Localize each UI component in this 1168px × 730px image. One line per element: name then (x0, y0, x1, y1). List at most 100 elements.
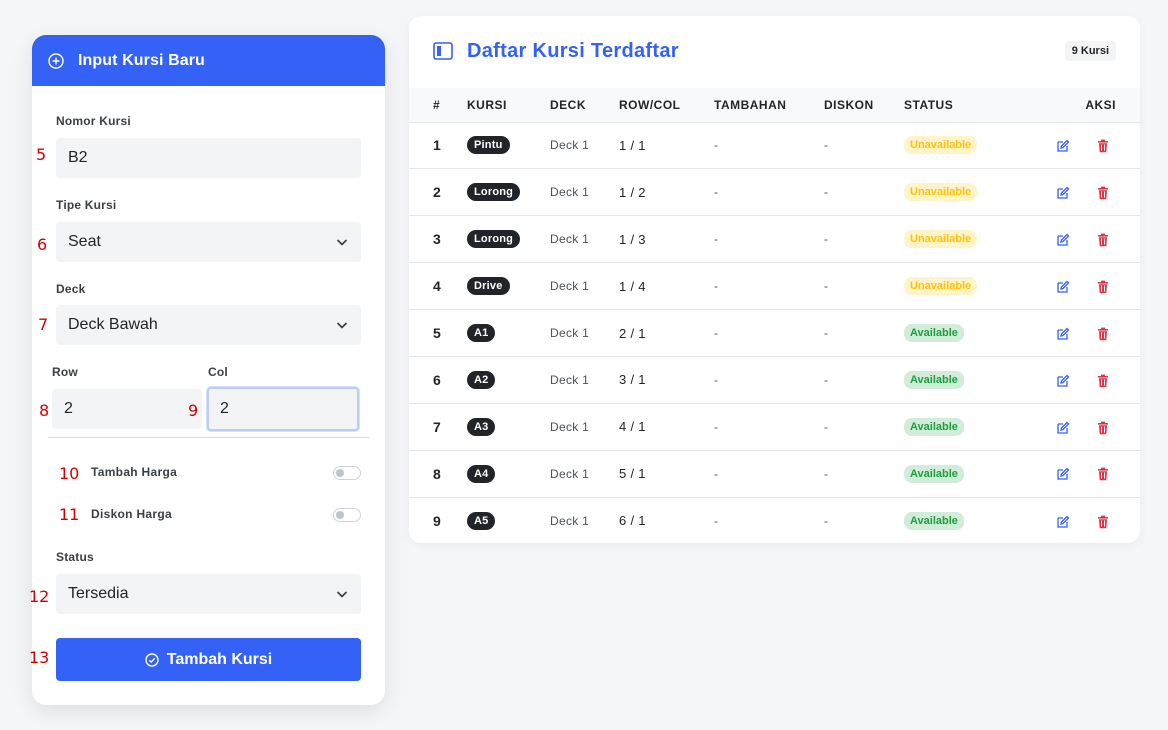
tambahan-cell: - (714, 513, 718, 528)
nomor-kursi-label: Nomor Kursi (56, 114, 131, 128)
trash-icon[interactable] (1096, 374, 1110, 388)
tambah-harga-toggle[interactable] (333, 466, 361, 480)
edit-icon[interactable] (1056, 374, 1070, 388)
deck-cell: Deck 1 (550, 138, 590, 153)
col-header-no: # (409, 88, 467, 123)
seat-badge: A3 (467, 417, 496, 436)
nomor-kursi-input[interactable]: B2 (56, 138, 361, 178)
seat-table: # KURSI DECK ROW/COL TAMBAHAN DISKON STA… (409, 88, 1140, 543)
table-row: 9 A5 Deck 1 6 / 1 - - Available (409, 497, 1140, 543)
marker-6: 6 (37, 235, 48, 254)
deck-cell: Deck 1 (550, 279, 590, 294)
row-number: 4 (433, 278, 441, 295)
rowcol-cell: 1 / 4 (619, 278, 646, 294)
row-number: 1 (433, 137, 441, 154)
edit-icon[interactable] (1056, 467, 1070, 481)
diskon-cell: - (824, 419, 828, 434)
deck-label: Deck (56, 282, 86, 296)
col-input[interactable]: 2 (207, 387, 359, 431)
deck-cell: Deck 1 (550, 466, 590, 481)
trash-icon[interactable] (1096, 186, 1110, 200)
status-label: Status (56, 550, 94, 564)
edit-icon[interactable] (1056, 327, 1070, 341)
form-divider (48, 437, 369, 438)
row-number: 9 (433, 512, 441, 529)
row-number: 6 (433, 371, 441, 388)
row-number: 7 (433, 418, 441, 435)
deck-cell: Deck 1 (550, 232, 590, 247)
edit-icon[interactable] (1056, 280, 1070, 294)
edit-icon[interactable] (1056, 139, 1070, 153)
chevron-down-icon (336, 591, 348, 598)
nomor-kursi-value: B2 (68, 149, 88, 166)
marker-12: 12 (29, 587, 50, 606)
sidebar-icon (433, 42, 453, 60)
diskon-harga-label: Diskon Harga (91, 507, 172, 521)
col-header-rowcol: ROW/COL (619, 88, 714, 123)
status-select[interactable]: Tersedia (56, 574, 361, 614)
deck-cell: Deck 1 (550, 326, 590, 340)
marker-5: 5 (36, 145, 47, 164)
tambah-kursi-button[interactable]: Tambah Kursi (56, 638, 361, 681)
deck-select[interactable]: Deck Bawah (56, 305, 361, 345)
deck-cell: Deck 1 (550, 419, 590, 434)
col-header-status: STATUS (904, 88, 1024, 123)
table-row: 7 A3 Deck 1 4 / 1 - - Available (409, 403, 1140, 451)
row-number: 8 (433, 465, 441, 482)
seat-badge: Drive (467, 277, 510, 296)
status-badge: Unavailable (904, 183, 978, 202)
col-header-aksi: AKSI (1024, 88, 1140, 123)
deck-cell: Deck 1 (550, 372, 590, 387)
diskon-harga-toggle[interactable] (333, 508, 361, 522)
trash-icon[interactable] (1096, 421, 1110, 435)
trash-icon[interactable] (1096, 233, 1110, 247)
diskon-cell: - (824, 138, 828, 153)
tambahan-cell: - (714, 138, 718, 153)
seat-badge: A5 (467, 511, 496, 530)
tambahan-cell: - (714, 185, 718, 200)
table-title: Daftar Kursi Terdaftar (467, 40, 679, 62)
tambahan-cell: - (714, 232, 718, 247)
row-input[interactable]: 2 (52, 389, 202, 429)
rowcol-cell: 3 / 1 (619, 372, 646, 388)
trash-icon[interactable] (1096, 515, 1110, 529)
chevron-down-icon (336, 322, 348, 329)
trash-icon[interactable] (1096, 467, 1110, 481)
col-header-kursi: KURSI (467, 88, 550, 123)
status-badge: Available (904, 417, 964, 436)
tambahan-cell: - (714, 279, 718, 294)
trash-icon[interactable] (1096, 327, 1110, 341)
marker-13: 13 (29, 648, 50, 667)
seat-badge: Lorong (467, 230, 521, 249)
trash-icon[interactable] (1096, 139, 1110, 153)
table-row: 6 A2 Deck 1 3 / 1 - - Available (409, 356, 1140, 404)
seat-input-form: Input Kursi Baru Nomor Kursi B2 Tipe Kur… (32, 35, 385, 705)
seat-badge: A4 (467, 464, 496, 483)
edit-icon[interactable] (1056, 515, 1070, 529)
table-row: 3 Lorong Deck 1 1 / 3 - - Unavailable (409, 216, 1140, 263)
tambahan-cell: - (714, 372, 718, 387)
edit-icon[interactable] (1056, 186, 1070, 200)
rowcol-cell: 6 / 1 (619, 513, 646, 529)
seat-badge: Pintu (467, 136, 510, 155)
col-label: Col (208, 365, 228, 379)
edit-icon[interactable] (1056, 421, 1070, 435)
status-value: Tersedia (68, 585, 129, 602)
deck-cell: Deck 1 (550, 185, 590, 200)
table-row: 8 A4 Deck 1 5 / 1 - - Available (409, 450, 1140, 498)
marker-8: 8 (39, 401, 50, 420)
edit-icon[interactable] (1056, 233, 1070, 247)
diskon-cell: - (824, 372, 828, 387)
rowcol-cell: 4 / 1 (619, 419, 646, 435)
rowcol-cell: 1 / 3 (619, 231, 646, 247)
tipe-kursi-select[interactable]: Seat (56, 222, 361, 262)
diskon-cell: - (824, 326, 828, 340)
status-badge: Available (904, 370, 964, 389)
table-row: 4 Drive Deck 1 1 / 4 - - Unavailable (409, 263, 1140, 310)
seat-count-badge: 9 Kursi (1064, 41, 1116, 61)
col-header-diskon: DISKON (824, 88, 904, 123)
status-badge: Unavailable (904, 230, 978, 249)
trash-icon[interactable] (1096, 280, 1110, 294)
seat-badge: Lorong (467, 183, 521, 202)
marker-11: 11 (59, 505, 80, 524)
